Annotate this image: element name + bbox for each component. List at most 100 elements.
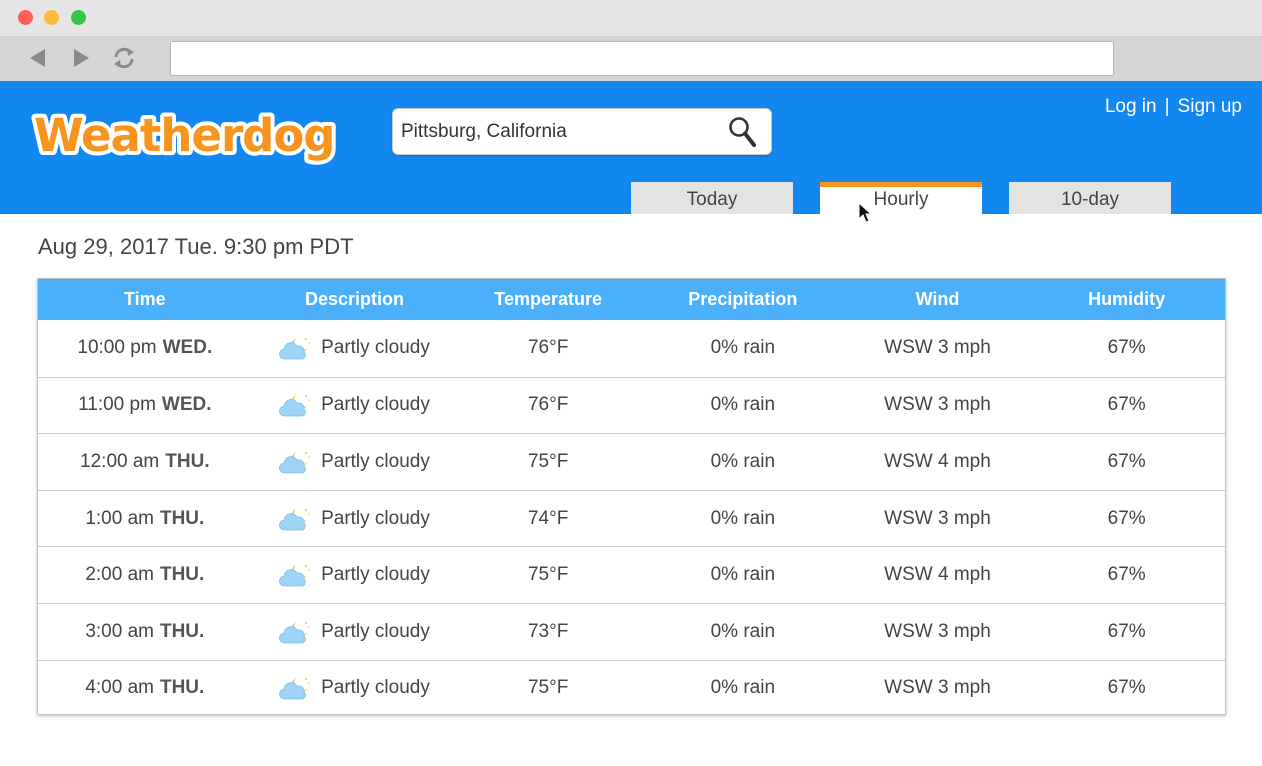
precipitation-cell: 0% rain (710, 337, 776, 359)
location-search-box (392, 108, 772, 155)
time-value: 1:00 am (85, 507, 154, 529)
description-value: Partly cloudy (321, 620, 430, 642)
time-cell: 2:00 am THU. (38, 547, 252, 603)
header-description[interactable]: Description (252, 279, 458, 320)
login-link[interactable]: Log in (1105, 96, 1157, 118)
temperature-cell: 76°F (527, 394, 569, 416)
table-row: 1:00 am THU. Partly cloudy 74°F 0% rain … (38, 489, 1225, 547)
table-row: 3:00 am THU. Partly cloudy 73°F 0% rain … (38, 602, 1225, 660)
wind-cell: WSW 3 mph (884, 394, 991, 416)
humidity-cell: 67% (1107, 337, 1146, 359)
humidity-cell: 67% (1107, 677, 1146, 699)
weatherdog-logo[interactable]: Weatherdog Weatherdog (28, 103, 338, 165)
day-value: THU. (159, 677, 205, 699)
partly-cloudy-night-icon (279, 395, 310, 417)
day-value: THU. (165, 450, 210, 472)
time-cell: 3:00 am THU. (38, 604, 252, 660)
description-value: Partly cloudy (321, 394, 430, 416)
description-value: Partly cloudy (321, 337, 430, 359)
address-bar[interactable] (170, 41, 1114, 76)
temperature-cell: 75°F (527, 450, 569, 472)
header-temperature[interactable]: Temperature (457, 279, 639, 320)
location-search-input[interactable] (401, 109, 721, 154)
partly-cloudy-night-icon (279, 508, 310, 530)
temperature-cell: 73°F (527, 620, 569, 642)
wind-cell: WSW 3 mph (884, 677, 991, 699)
hourly-forecast-table: Time Description Temperature Precipitati… (37, 278, 1226, 715)
reload-icon[interactable] (110, 44, 138, 72)
table-row: 4:00 am THU. Partly cloudy 75°F 0% rain … (38, 659, 1225, 717)
wind-cell: WSW 4 mph (884, 450, 991, 472)
time-cell: 1:00 am THU. (38, 491, 252, 547)
header-wind[interactable]: Wind (847, 279, 1029, 320)
wind-cell: WSW 3 mph (884, 507, 991, 529)
table-row: 2:00 am THU. Partly cloudy 75°F 0% rain … (38, 546, 1225, 603)
forward-arrow-icon[interactable] (67, 44, 95, 72)
site-header: Weatherdog Weatherdog Log in | Sign up T… (0, 81, 1262, 214)
precipitation-cell: 0% rain (710, 507, 776, 529)
day-value: WED. (162, 337, 213, 359)
humidity-cell: 67% (1107, 564, 1146, 586)
temperature-cell: 76°F (527, 337, 569, 359)
humidity-cell: 67% (1107, 394, 1146, 416)
temperature-cell: 75°F (527, 677, 569, 699)
day-value: THU. (159, 564, 205, 586)
window-titlebar (0, 0, 1262, 36)
table-row: 11:00 pm WED. Partly cloudy 76°F 0% rain… (38, 376, 1225, 434)
description-cell: Partly cloudy (252, 661, 458, 717)
tab-today[interactable]: Today (631, 182, 793, 214)
maximize-window-button[interactable] (71, 10, 86, 25)
magnifier-icon[interactable] (726, 115, 760, 149)
wind-cell: WSW 3 mph (884, 337, 991, 359)
description-cell: Partly cloudy (252, 378, 458, 434)
minimize-window-button[interactable] (44, 10, 59, 25)
day-value: THU. (159, 507, 205, 529)
time-value: 3:00 am (85, 620, 154, 642)
time-value: 4:00 am (85, 677, 154, 699)
description-value: Partly cloudy (321, 507, 430, 529)
temperature-cell: 75°F (527, 564, 569, 586)
partly-cloudy-night-icon (279, 678, 310, 700)
description-value: Partly cloudy (321, 677, 430, 699)
precipitation-cell: 0% rain (710, 450, 776, 472)
time-cell: 4:00 am THU. (38, 661, 252, 717)
table-header: Time Description Temperature Precipitati… (38, 279, 1225, 320)
description-cell: Partly cloudy (252, 434, 458, 490)
header-humidity[interactable]: Humidity (1028, 279, 1225, 320)
time-value: 10:00 pm (77, 337, 157, 359)
svg-text:Weatherdog: Weatherdog (34, 109, 335, 162)
header-precipitation[interactable]: Precipitation (639, 279, 847, 320)
description-value: Partly cloudy (321, 450, 430, 472)
partly-cloudy-night-icon (279, 451, 310, 474)
tab-10-day[interactable]: 10-day (1009, 182, 1171, 214)
description-cell: Partly cloudy (252, 320, 458, 377)
partly-cloudy-night-icon (279, 565, 310, 587)
time-value: 2:00 am (85, 564, 154, 586)
humidity-cell: 67% (1107, 507, 1146, 529)
wind-cell: WSW 4 mph (884, 564, 991, 586)
time-cell: 10:00 pm WED. (38, 320, 252, 377)
temperature-cell: 74°F (527, 507, 569, 529)
header-time[interactable]: Time (38, 279, 252, 320)
tab-hourly[interactable]: Hourly (820, 182, 982, 214)
time-cell: 12:00 am THU. (38, 434, 252, 490)
wind-cell: WSW 3 mph (884, 620, 991, 642)
auth-links: Log in | Sign up (1105, 96, 1242, 118)
description-cell: Partly cloudy (252, 547, 458, 603)
partly-cloudy-night-icon (279, 338, 310, 360)
day-value: WED. (161, 394, 212, 416)
partly-cloudy-night-icon (279, 621, 310, 644)
auth-separator: | (1164, 96, 1170, 117)
humidity-cell: 67% (1107, 450, 1146, 472)
description-cell: Partly cloudy (252, 491, 458, 547)
signup-link[interactable]: Sign up (1178, 96, 1242, 118)
time-value: 11:00 pm (78, 394, 156, 416)
close-window-button[interactable] (18, 10, 33, 25)
precipitation-cell: 0% rain (710, 677, 776, 699)
precipitation-cell: 0% rain (710, 620, 776, 642)
current-datetime: Aug 29, 2017 Tue. 9:30 pm PDT (38, 234, 354, 259)
time-value: 12:00 am (80, 450, 160, 472)
precipitation-cell: 0% rain (710, 394, 776, 416)
back-arrow-icon[interactable] (24, 44, 52, 72)
table-row: 10:00 pm WED. Partly cloudy 76°F 0% rain… (38, 320, 1225, 377)
